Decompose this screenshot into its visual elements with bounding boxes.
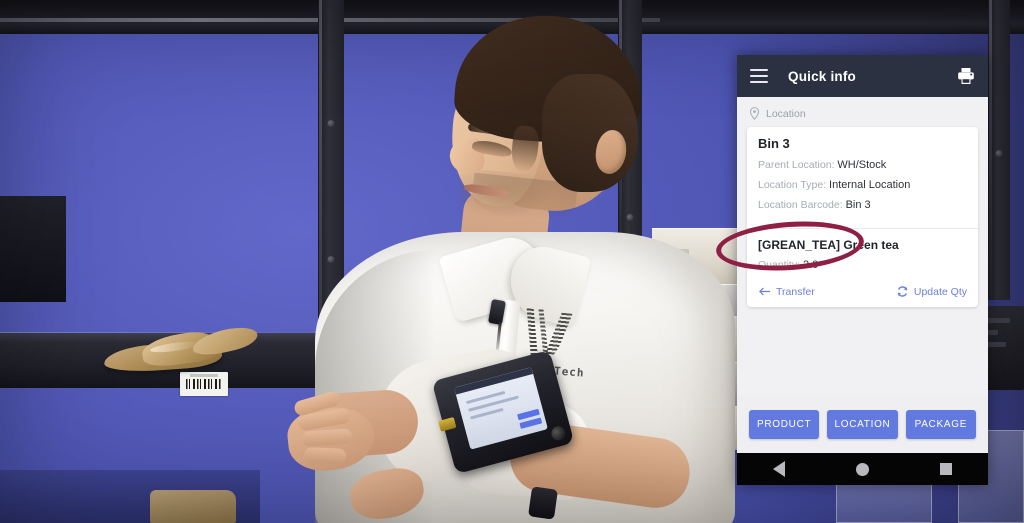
hair-side: [542, 74, 638, 192]
location-pin-icon: [749, 107, 760, 120]
field-location-barcode: Location Barcode: Bin 3: [758, 199, 967, 213]
app-body: Location Bin 3 Parent Location: WH/Stock…: [737, 97, 988, 437]
circle-home-icon[interactable]: [855, 462, 869, 476]
refresh-sync-icon: [896, 285, 909, 298]
printer-icon[interactable]: [956, 66, 976, 86]
field-value: Internal Location: [829, 178, 911, 191]
person-presenter: VentorTech: [210, 0, 770, 523]
screenshot-root: VentorTech: [0, 0, 1024, 523]
product-button[interactable]: PRODUCT: [749, 409, 820, 439]
location-card: Bin 3 Parent Location: WH/Stock Location…: [747, 127, 978, 228]
quick-info-card: Bin 3 Parent Location: WH/Stock Location…: [747, 127, 978, 307]
field-value: Bin 3: [845, 198, 871, 211]
dark-equipment-left: [0, 196, 66, 302]
android-navigation-bar: [737, 453, 988, 485]
product-title: [GREAN_TEA] Green tea: [758, 238, 899, 253]
arrow-left-icon: [758, 285, 771, 298]
right-hand: [346, 463, 440, 523]
field-quantity: Quantity: 2.0: [758, 259, 967, 273]
field-location-type: Location Type: Internal Location: [758, 179, 967, 193]
field-parent-location: Parent Location: WH/Stock: [758, 159, 967, 173]
hamburger-menu-icon[interactable]: [750, 69, 768, 83]
app-footer-buttons: PRODUCT LOCATION PACKAGE: [737, 395, 988, 453]
field-value: WH/Stock: [837, 159, 887, 171]
triangle-back-icon[interactable]: [772, 461, 785, 477]
square-recents-icon[interactable]: [940, 463, 953, 475]
update-qty-label: Update Qty: [913, 285, 967, 298]
product-card: [GREAN_TEA] Green tea Quantity: 2.0: [747, 229, 978, 283]
transfer-label: Transfer: [776, 285, 815, 298]
location-name: Bin 3: [758, 136, 790, 151]
wristwatch: [528, 486, 558, 520]
card-actions: Transfer Update Qty: [747, 283, 978, 307]
mobile-app-panel: Quick info Location Bin 3 Parent Locatio…: [737, 55, 988, 485]
field-key: Location Barcode:: [758, 198, 843, 211]
section-label-location: Location: [747, 103, 978, 127]
quantity-key: Quantity:: [758, 259, 801, 272]
transfer-button[interactable]: Transfer: [758, 285, 815, 298]
quantity-value: 2.0: [802, 259, 819, 272]
update-qty-button[interactable]: Update Qty: [896, 285, 967, 298]
app-header: Quick info: [737, 55, 988, 97]
app-title: Quick info: [788, 68, 857, 84]
field-key: Parent Location:: [758, 159, 835, 171]
location-button[interactable]: LOCATION: [827, 409, 898, 439]
section-label-text: Location: [766, 107, 806, 120]
package-button[interactable]: PACKAGE: [905, 409, 976, 439]
shelf-post-far-right: [988, 0, 1010, 300]
head: [446, 9, 647, 232]
field-key: Location Type:: [758, 178, 827, 191]
